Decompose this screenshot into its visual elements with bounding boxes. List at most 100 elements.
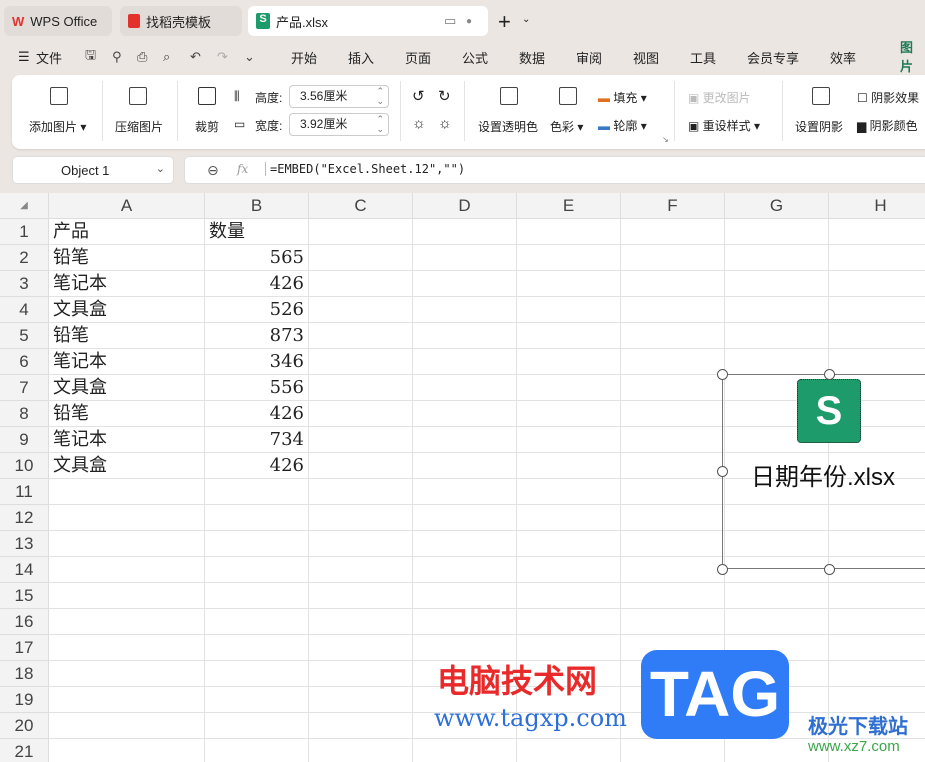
menu-home[interactable]: 开始	[291, 48, 317, 67]
cell-A8[interactable]: 铅笔	[49, 401, 205, 427]
row-header[interactable]: 7	[0, 375, 49, 401]
cell-E12[interactable]	[517, 505, 621, 531]
add-picture-button[interactable]: 添加图片 ▾	[29, 118, 86, 135]
cell-C13[interactable]	[309, 531, 413, 557]
row-header[interactable]: 1	[0, 219, 49, 245]
set-transparent-button[interactable]: 设置透明色	[478, 118, 538, 135]
fx-icon[interactable]: fx	[237, 162, 248, 176]
cell-D3[interactable]	[413, 271, 517, 297]
cell-G6[interactable]	[725, 349, 829, 375]
cell-A5[interactable]: 铅笔	[49, 323, 205, 349]
rotate-right-icon[interactable]: ↻	[438, 87, 451, 105]
cell-C4[interactable]	[309, 297, 413, 323]
cell-A7[interactable]: 文具盒	[49, 375, 205, 401]
cell-B14[interactable]	[205, 557, 309, 583]
cell-E16[interactable]	[517, 609, 621, 635]
brightness-down-icon[interactable]: ☼	[438, 115, 452, 132]
cell-F11[interactable]	[621, 479, 725, 505]
cell-F2[interactable]	[621, 245, 725, 271]
cell-A20[interactable]	[49, 713, 205, 739]
cell-A17[interactable]	[49, 635, 205, 661]
cell-A13[interactable]	[49, 531, 205, 557]
dialog-launcher-icon[interactable]: ↘	[662, 135, 669, 144]
menu-view[interactable]: 视图	[633, 48, 659, 67]
resize-handle[interactable]	[717, 369, 728, 380]
menu-page[interactable]: 页面	[405, 48, 431, 67]
column-header-G[interactable]: G	[725, 193, 829, 219]
shadow-effect-button[interactable]: ☐ 阴影效果	[857, 89, 919, 106]
cell-D4[interactable]	[413, 297, 517, 323]
row-header[interactable]: 11	[0, 479, 49, 505]
cell-F7[interactable]	[621, 375, 725, 401]
undo-icon[interactable]: ↶	[190, 49, 201, 65]
cell-H6[interactable]	[829, 349, 925, 375]
cell-C2[interactable]	[309, 245, 413, 271]
row-header[interactable]: 18	[0, 661, 49, 687]
cell-D11[interactable]	[413, 479, 517, 505]
embedded-object[interactable]: S 日期年份.xlsx	[722, 374, 925, 569]
more-icon[interactable]: ⌄	[244, 49, 255, 65]
cell-A1[interactable]: 产品	[49, 219, 205, 245]
zoom-icon[interactable]: ⊖	[207, 162, 219, 179]
column-header-F[interactable]: F	[621, 193, 725, 219]
cell-H3[interactable]	[829, 271, 925, 297]
cell-B12[interactable]	[205, 505, 309, 531]
cell-F5[interactable]	[621, 323, 725, 349]
cell-E21[interactable]	[517, 739, 621, 762]
row-header[interactable]: 14	[0, 557, 49, 583]
cell-E9[interactable]	[517, 427, 621, 453]
cell-C3[interactable]	[309, 271, 413, 297]
cell-B17[interactable]	[205, 635, 309, 661]
cell-E7[interactable]	[517, 375, 621, 401]
cell-C15[interactable]	[309, 583, 413, 609]
cell-H15[interactable]	[829, 583, 925, 609]
row-header[interactable]: 17	[0, 635, 49, 661]
select-all-corner[interactable]: ◢	[0, 193, 49, 219]
cell-F8[interactable]	[621, 401, 725, 427]
cell-E6[interactable]	[517, 349, 621, 375]
row-header[interactable]: 4	[0, 297, 49, 323]
menu-insert[interactable]: 插入	[348, 48, 374, 67]
cell-C18[interactable]	[309, 661, 413, 687]
new-tab-button[interactable]: +	[498, 9, 511, 35]
cell-C17[interactable]	[309, 635, 413, 661]
width-input[interactable]: 3.92厘米 ⌃ ⌄	[289, 113, 389, 136]
cell-B16[interactable]	[205, 609, 309, 635]
row-header[interactable]: 20	[0, 713, 49, 739]
print-icon[interactable]: ⎙	[137, 49, 147, 65]
cell-B9[interactable]: 734	[205, 427, 309, 453]
cell-F1[interactable]	[621, 219, 725, 245]
cell-E10[interactable]	[517, 453, 621, 479]
menu-review[interactable]: 审阅	[576, 48, 602, 67]
cell-F15[interactable]	[621, 583, 725, 609]
cell-C21[interactable]	[309, 739, 413, 762]
cell-B5[interactable]: 873	[205, 323, 309, 349]
cell-D12[interactable]	[413, 505, 517, 531]
cell-H5[interactable]	[829, 323, 925, 349]
cell-A6[interactable]: 笔记本	[49, 349, 205, 375]
column-header-A[interactable]: A	[49, 193, 205, 219]
cell-B2[interactable]: 565	[205, 245, 309, 271]
cell-A21[interactable]	[49, 739, 205, 762]
cell-H18[interactable]	[829, 661, 925, 687]
cell-E11[interactable]	[517, 479, 621, 505]
row-header[interactable]: 10	[0, 453, 49, 479]
cell-F14[interactable]	[621, 557, 725, 583]
outline-button[interactable]: ▬ 轮廓 ▾	[598, 117, 647, 134]
cell-B18[interactable]	[205, 661, 309, 687]
cell-H17[interactable]	[829, 635, 925, 661]
save-icon[interactable]: 🖫	[85, 46, 96, 68]
cell-A10[interactable]: 文具盒	[49, 453, 205, 479]
cell-D21[interactable]	[413, 739, 517, 762]
cell-E15[interactable]	[517, 583, 621, 609]
cell-D10[interactable]	[413, 453, 517, 479]
cell-C12[interactable]	[309, 505, 413, 531]
cell-B4[interactable]: 526	[205, 297, 309, 323]
cell-F12[interactable]	[621, 505, 725, 531]
cell-A4[interactable]: 文具盒	[49, 297, 205, 323]
cell-D9[interactable]	[413, 427, 517, 453]
column-header-C[interactable]: C	[309, 193, 413, 219]
fill-button[interactable]: ▬ 填充 ▾	[598, 89, 647, 106]
resize-handle[interactable]	[717, 466, 728, 477]
resize-handle[interactable]	[824, 564, 835, 575]
